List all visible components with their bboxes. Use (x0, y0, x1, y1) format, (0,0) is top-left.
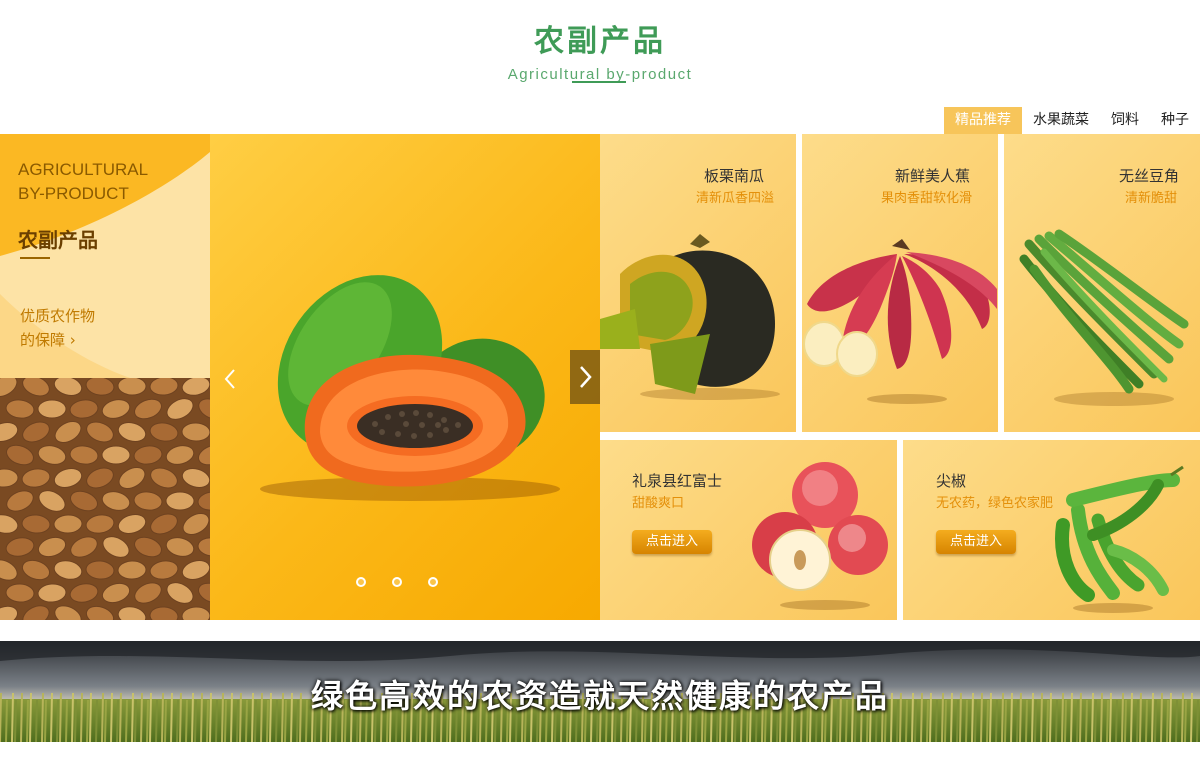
chevron-right-icon (580, 366, 592, 388)
banner-slogan: 绿色高效的农资造就天然健康的农产品 (310, 677, 889, 715)
product-card-apple[interactable]: 礼泉县红富士 甜酸爽口 点击进入 (600, 440, 897, 620)
product-card-pumpkin[interactable]: 板栗南瓜 清新瓜香四溢 (600, 134, 796, 432)
tab-seeds[interactable]: 种子 (1150, 107, 1200, 134)
carousel-dot[interactable] (356, 577, 366, 587)
product-name: 尖椒 (936, 472, 967, 490)
product-desc: 甜酸爽口 (632, 496, 685, 511)
chevron-left-icon (224, 369, 235, 389)
product-name: 无丝豆角 (1118, 167, 1179, 185)
category-tabs: 精品推荐 水果蔬菜 饲料 种子 (944, 107, 1200, 134)
intro-card: AGRICULTURAL BY-PRODUCT 农副产品 优质农作物 的保障 › (0, 134, 210, 378)
section-title: 农副产品 (534, 24, 666, 59)
product-showcase: AGRICULTURAL BY-PRODUCT 农副产品 优质农作物 的保障 › (0, 134, 1200, 620)
main-carousel[interactable] (210, 134, 600, 620)
papaya-icon (260, 275, 560, 501)
intro-english-title: AGRICULTURAL BY-PRODUCT (18, 160, 149, 203)
tab-fruits-vegetables[interactable]: 水果蔬菜 (1022, 107, 1100, 134)
red-banana-icon (803, 239, 997, 404)
carousel-prev-button[interactable] (218, 364, 242, 394)
title-underline (572, 81, 626, 83)
enter-button[interactable]: 点击进入 (936, 530, 1016, 554)
product-name: 礼泉县红富士 (632, 472, 723, 490)
intro-underline (20, 257, 50, 259)
slogan-banner: 绿色高效的农资造就天然健康的农产品 (0, 641, 1200, 742)
product-desc: 无农药，绿色农家肥 (936, 496, 1054, 511)
carousel-dot[interactable] (428, 577, 438, 587)
intro-link[interactable]: 优质农作物 的保障 › (20, 304, 95, 352)
apple-icon (752, 462, 888, 610)
wheat-grain-image (0, 378, 210, 620)
tab-feed[interactable]: 饲料 (1100, 107, 1150, 134)
section-header: 农副产品 Agricultural by-product (0, 16, 1200, 83)
green-pepper-icon (1055, 465, 1184, 613)
left-intro-panel: AGRICULTURAL BY-PRODUCT 农副产品 优质农作物 的保障 › (0, 134, 210, 620)
enter-button[interactable]: 点击进入 (632, 530, 712, 554)
product-desc: 清新瓜香四溢 (695, 191, 774, 206)
carousel-dot[interactable] (392, 577, 402, 587)
wheat-grains-icon (0, 378, 210, 620)
pumpkin-icon (600, 234, 780, 400)
product-card-pepper[interactable]: 尖椒 无农药，绿色农家肥 点击进入 (903, 440, 1200, 620)
product-name: 新鲜美人蕉 (894, 167, 970, 185)
product-name: 板栗南瓜 (703, 167, 764, 185)
product-card-beans[interactable]: 无丝豆角 清新脆甜 (1004, 134, 1200, 432)
product-desc: 清新脆甜 (1124, 191, 1177, 206)
product-desc: 果肉香甜软化滑 (880, 191, 972, 206)
chevron-right-icon: › (69, 331, 76, 349)
carousel-next-button[interactable] (570, 350, 600, 404)
product-card-banana[interactable]: 新鲜美人蕉 果肉香甜软化滑 (802, 134, 998, 432)
tab-featured[interactable]: 精品推荐 (944, 107, 1022, 134)
intro-title: 农副产品 (18, 228, 98, 252)
carousel-pagination (356, 577, 438, 587)
green-beans-icon (1019, 229, 1189, 406)
